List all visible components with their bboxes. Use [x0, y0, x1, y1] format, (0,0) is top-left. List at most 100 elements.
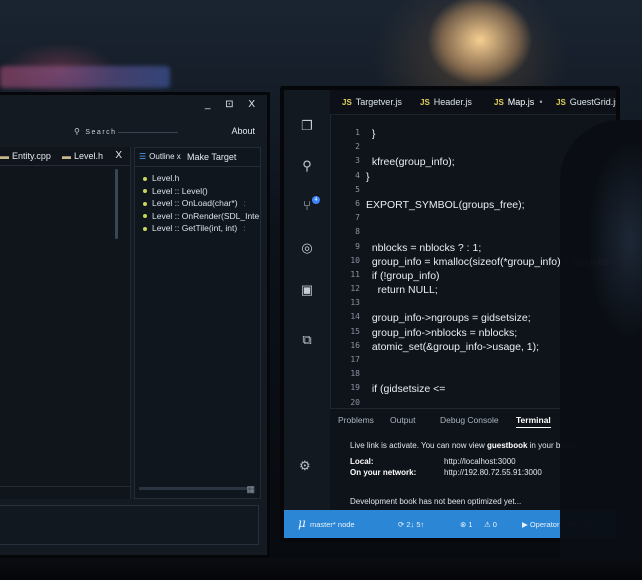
tab-label: Level.h: [74, 151, 104, 161]
tab-level-h[interactable]: ▬ Level.h: [62, 151, 103, 161]
settings-gear-icon[interactable]: ⚙: [299, 458, 311, 474]
outline-suffix: :: [243, 223, 246, 233]
outline-label: Level.h: [152, 173, 180, 183]
extensions-icon[interactable]: ▣: [299, 282, 315, 298]
bottom-panel: [0, 505, 259, 545]
network-label: On your network:: [350, 468, 417, 477]
line-number: 3: [355, 156, 360, 166]
line-number: 10: [350, 255, 360, 265]
tab-make-target[interactable]: Make Target: [187, 152, 236, 162]
list-item[interactable]: Level.h: [143, 173, 260, 186]
local-label: Local:: [350, 457, 374, 466]
left-monitor: _ ⊡ X ⚲ Search About ▬ Entity.cpp ▬ Level.h…: [0, 92, 270, 558]
tab-problems[interactable]: Problems: [338, 415, 374, 425]
window-controls[interactable]: _ ⊡ X: [205, 99, 261, 110]
tab-label: Map.js: [507, 97, 535, 107]
search-underline: [118, 132, 178, 133]
list-item[interactable]: Level :: GetTile(int, int):: [143, 223, 260, 236]
terminal-line: Live link is activate. You can now view …: [350, 441, 577, 450]
line-number: 6: [355, 198, 360, 208]
tab-label: Header.js: [433, 97, 472, 107]
outline-label: Level :: OnRender(SDL_Inte: [152, 210, 260, 221]
tab-targetver-js[interactable]: JS Targetver.js: [342, 97, 402, 107]
tab-output[interactable]: Output: [390, 415, 416, 425]
tab-label: Entity.cpp: [12, 151, 51, 161]
outline-suffix: :: [243, 198, 246, 208]
tab-outline[interactable]: ☰ Outline x: [139, 152, 181, 161]
line-number: 5: [355, 184, 360, 194]
tab-label: GuestGrid.js: [569, 97, 620, 107]
search-box[interactable]: ⚲ Search: [74, 127, 117, 136]
vertical-scrollbar[interactable]: [115, 169, 118, 239]
bullet-icon: [143, 176, 147, 181]
js-file-icon: JS: [420, 98, 430, 107]
outline-pane: ☰ Outline x Make Target Level.h Level :: …: [134, 147, 261, 499]
terminal-line: Development book has not been optimized …: [350, 497, 522, 506]
tab-terminal[interactable]: Terminal: [516, 415, 551, 428]
files-icon[interactable]: ❐: [299, 118, 315, 134]
divider: [0, 486, 130, 487]
tab-map-js[interactable]: JS Map.js •: [494, 97, 542, 107]
errors-count[interactable]: ⊗ 1: [460, 520, 473, 529]
tab-label: Outline x: [149, 152, 181, 161]
search-icon[interactable]: ⚲: [299, 158, 315, 174]
foreground-person: [560, 120, 642, 580]
terminal-line: On your network: http://192.80.72.55.91:3…: [350, 468, 542, 477]
modified-indicator: •: [539, 97, 543, 107]
logo-icon: μ: [298, 516, 306, 530]
list-item[interactable]: Level :: OnRender(SDL_Inte: [143, 211, 260, 224]
app-name: guestbook: [486, 441, 528, 450]
line-number-gutter: 1 2 3 4 5 6 7 8 9 10 11 12 13 14 15 16 17 18 19 20: [330, 128, 360, 412]
line-number: 13: [350, 298, 360, 308]
line-number: 17: [350, 355, 360, 364]
bullet-icon: [143, 189, 147, 194]
tab-header-js[interactable]: JS Header.js: [420, 97, 472, 107]
outline-label: Level :: OnLoad(char*): [152, 198, 238, 208]
line-number: 7: [355, 213, 360, 223]
remote-explorer-icon[interactable]: ⧉: [299, 332, 315, 348]
list-item[interactable]: Level :: Level(): [143, 186, 260, 199]
line-number: 16: [350, 340, 360, 350]
editor-tabs: ▬ Entity.cpp ▬ Level.h X: [0, 147, 130, 166]
warnings-count[interactable]: ⚠ 0: [484, 520, 497, 529]
tab-guestgrid-js[interactable]: JS GuestGrid.js: [556, 97, 620, 107]
search-placeholder: Search: [85, 129, 117, 136]
line-number: 19: [350, 383, 360, 393]
folder-icon: ▬: [0, 151, 9, 161]
outline-list: Level.h Level :: Level() Level :: OnLoad…: [135, 167, 260, 236]
local-url[interactable]: http://localhost:3000: [444, 457, 516, 466]
line-number: 8: [355, 227, 360, 237]
list-item[interactable]: Level :: OnLoad(char*):: [143, 198, 260, 211]
background-light: [0, 66, 170, 88]
horizontal-scrollbar[interactable]: [139, 487, 248, 490]
terminal-line: Local: http://localhost:3000: [350, 457, 516, 466]
search-icon: ⚲: [74, 127, 82, 136]
about-menu[interactable]: About: [231, 126, 255, 136]
tab-debug-console[interactable]: Debug Console: [440, 415, 499, 425]
line-number: 11: [350, 269, 360, 279]
activity-bar: ❐ ⚲ ⑂ 4 ◎ ▣ ⧉ ⚙: [284, 90, 331, 510]
sync-status[interactable]: ⟳ 2↓ 5↑: [398, 520, 424, 529]
outline-tabs: ☰ Outline x Make Target: [135, 148, 260, 167]
grid-icon[interactable]: ▦: [246, 484, 255, 495]
network-url[interactable]: http://192.80.72.55.91:3000: [444, 468, 542, 477]
line-number: 2: [355, 142, 360, 152]
line-number: 9: [355, 241, 360, 251]
debug-icon[interactable]: ◎: [299, 240, 315, 256]
bullet-icon: [143, 226, 147, 231]
js-file-icon: JS: [494, 98, 504, 107]
tab-entity-cpp[interactable]: ▬ Entity.cpp: [0, 151, 51, 161]
js-file-icon: JS: [556, 98, 566, 107]
branch-indicator[interactable]: master* node: [310, 520, 355, 529]
list-icon: ☰: [139, 152, 147, 161]
outline-label: Level :: GetTile(int, int): [152, 223, 238, 233]
bullet-icon: [143, 201, 147, 206]
background-scene: _ ⊡ X ⚲ Search About ▬ Entity.cpp ▬ Level.h…: [0, 0, 642, 580]
outline-label: Level :: Level(): [152, 185, 208, 196]
tab-label: Targetver.js: [355, 97, 402, 107]
close-icon[interactable]: X: [115, 150, 122, 161]
left-window-titlebar: _ ⊡ X: [0, 95, 267, 117]
editor-pane: ▬ Entity.cpp ▬ Level.h X: [0, 147, 131, 499]
left-window-header: ⚲ Search About: [0, 119, 267, 143]
line-number: 18: [350, 369, 360, 379]
